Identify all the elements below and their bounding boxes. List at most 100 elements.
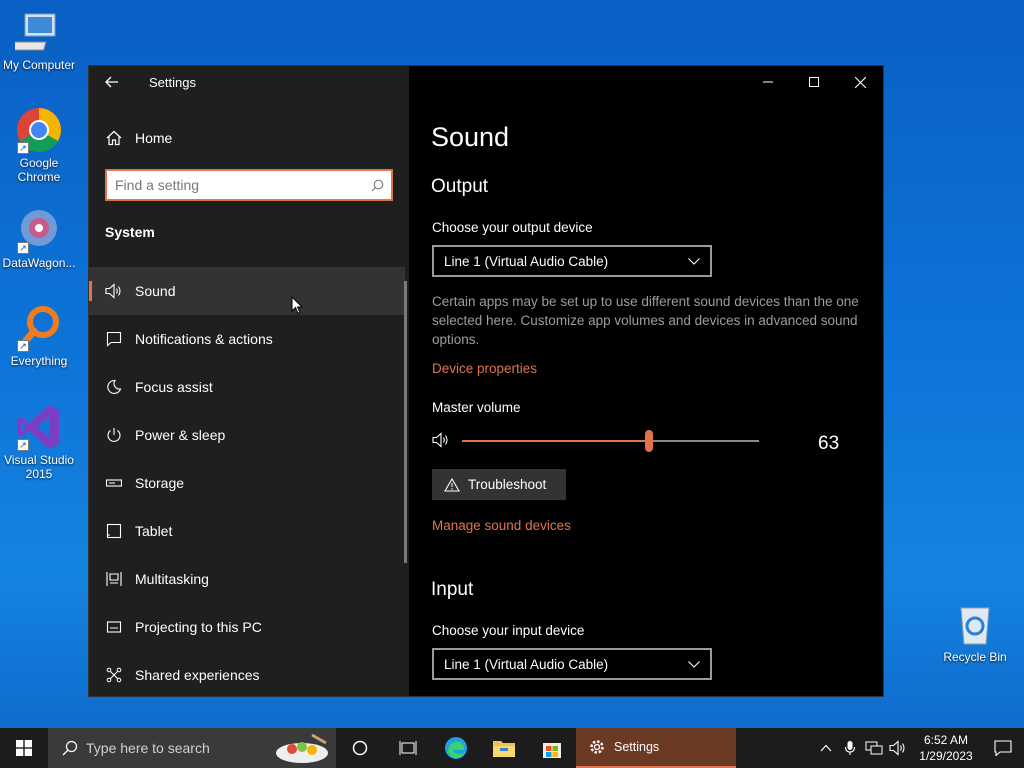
action-center-button[interactable] [982, 740, 1024, 756]
shortcut-arrow-icon: ↗ [17, 142, 29, 154]
chrome-icon: ↗ [15, 106, 63, 154]
nav-item-label: Notifications & actions [135, 331, 273, 347]
maximize-button[interactable] [791, 66, 837, 98]
sound-page: Sound Output Choose your output device L… [409, 66, 883, 696]
close-button[interactable] [837, 66, 883, 98]
maximize-icon [809, 77, 819, 87]
gear-icon [590, 740, 604, 754]
nav-item-label: Focus assist [135, 379, 213, 395]
volume-speaker-icon[interactable] [432, 432, 452, 453]
network-tray-button[interactable] [862, 740, 886, 756]
nav-item-label: Power & sleep [135, 427, 226, 443]
output-heading: Output [431, 176, 489, 197]
volume-tray-button[interactable] [886, 740, 910, 756]
shortcut-arrow-icon: ↗ [17, 242, 29, 254]
input-device-label: Choose your input device [432, 623, 585, 638]
nav-item-tablet[interactable]: Tablet [89, 507, 405, 555]
settings-nav-pane: Settings Home System Sound [89, 66, 409, 696]
clock[interactable]: 6:52 AM 1/29/2023 [910, 732, 982, 764]
taskbar-settings-label: Settings [614, 740, 660, 754]
taskbar-file-explorer[interactable] [480, 728, 528, 768]
output-description: Certain apps may be set up to use differ… [432, 294, 859, 347]
manage-sound-devices-link[interactable]: Manage sound devices [432, 518, 571, 533]
nav-item-storage[interactable]: Storage [89, 459, 405, 507]
task-view-icon [399, 741, 417, 755]
warning-icon [444, 477, 460, 492]
nav-item-label: Shared experiences [135, 667, 260, 683]
page-title: Sound [431, 122, 510, 152]
taskbar-store[interactable] [528, 728, 576, 768]
nav-item-notifications[interactable]: Notifications & actions [89, 315, 405, 363]
taskbar-search-box[interactable]: Type here to search [48, 728, 336, 768]
settings-search-input[interactable] [107, 171, 363, 199]
minimize-button[interactable] [745, 66, 791, 98]
clock-time: 6:52 AM [923, 733, 969, 747]
nav-item-label: Multitasking [135, 571, 209, 587]
nav-list: Sound Notifications & actions Focus assi… [89, 267, 405, 696]
master-volume-label: Master volume [432, 400, 521, 415]
desktop-icon-recycle-bin[interactable]: Recycle Bin [936, 600, 1014, 664]
chevron-up-icon [820, 744, 832, 752]
nav-item-multitasking[interactable]: Multitasking [89, 555, 405, 603]
input-device-dropdown[interactable]: Line 1 (Virtual Audio Cable) [432, 648, 712, 680]
output-device-dropdown[interactable]: Line 1 (Virtual Audio Cable) [432, 245, 712, 277]
network-icon [865, 741, 883, 755]
desktop-icon-label: My Computer [2, 58, 76, 72]
taskbar-search-placeholder: Type here to search [86, 740, 210, 756]
desktop-icon-everything[interactable]: ↗ Everything [0, 304, 78, 368]
shared-icon [89, 667, 135, 683]
speaker-icon [889, 740, 905, 756]
taskbar-settings-app[interactable]: Settings [576, 728, 736, 768]
datawagon-icon: ↗ [15, 206, 63, 254]
shortcut-arrow-icon: ↗ [17, 439, 29, 451]
desktop-icon-visual-studio[interactable]: ↗ Visual Studio 2015 [0, 403, 78, 481]
nav-item-shared-experiences[interactable]: Shared experiences [89, 651, 405, 696]
microphone-icon [844, 741, 856, 755]
desktop-icon-chrome[interactable]: ↗ Google Chrome [0, 106, 78, 184]
nav-item-focus-assist[interactable]: Focus assist [89, 363, 405, 411]
nav-item-projecting[interactable]: Projecting to this PC [89, 603, 405, 651]
window-title: Settings [149, 74, 196, 90]
back-arrow-icon [105, 76, 118, 88]
settings-search-box[interactable] [105, 169, 393, 201]
cortana-circle-icon [352, 740, 368, 756]
input-device-value: Line 1 (Virtual Audio Cable) [444, 656, 609, 672]
output-device-label: Choose your output device [432, 220, 593, 235]
output-device-value: Line 1 (Virtual Audio Cable) [444, 253, 609, 269]
device-properties-link[interactable]: Device properties [432, 361, 537, 376]
home-icon [89, 130, 135, 146]
nav-home[interactable]: Home [89, 120, 409, 156]
nav-home-label: Home [135, 130, 173, 146]
task-view-button[interactable] [384, 728, 432, 768]
everything-search-icon: ↗ [15, 304, 63, 352]
notification-icon [994, 740, 1012, 756]
title-bar: Settings [89, 66, 409, 98]
search-icon[interactable] [363, 179, 391, 192]
start-button[interactable] [0, 728, 48, 768]
master-volume-row: 63 [432, 428, 852, 458]
multitasking-icon [89, 571, 135, 587]
desktop-icon-label: Everything [10, 354, 68, 368]
nav-item-label: Tablet [135, 523, 173, 539]
nav-section-title: System [105, 224, 155, 240]
desktop-icon-label: Recycle Bin [943, 650, 1007, 664]
speaker-icon [89, 283, 135, 299]
desktop-icon-label: Visual Studio 2015 [4, 453, 74, 481]
desktop-icon-datawagon[interactable]: ↗ DataWagon... [0, 206, 78, 270]
cortana-button[interactable] [336, 728, 384, 768]
nav-item-power-sleep[interactable]: Power & sleep [89, 411, 405, 459]
back-button[interactable] [89, 66, 135, 98]
nav-scrollbar[interactable] [404, 281, 407, 563]
troubleshoot-button[interactable]: Troubleshoot [432, 469, 566, 500]
show-hidden-icons-button[interactable] [814, 744, 838, 752]
chevron-down-icon [688, 257, 700, 265]
desktop-icon-label: DataWagon... [2, 256, 76, 270]
microphone-tray-button[interactable] [838, 740, 862, 756]
volume-slider-thumb[interactable] [645, 430, 654, 452]
master-volume-slider[interactable] [462, 430, 759, 452]
taskbar-edge[interactable] [432, 728, 480, 768]
desktop-icon-my-computer[interactable]: My Computer [0, 8, 78, 72]
storage-icon [89, 478, 135, 488]
nav-item-sound[interactable]: Sound [89, 267, 405, 315]
settings-window: Settings Home System Sound [88, 65, 884, 697]
